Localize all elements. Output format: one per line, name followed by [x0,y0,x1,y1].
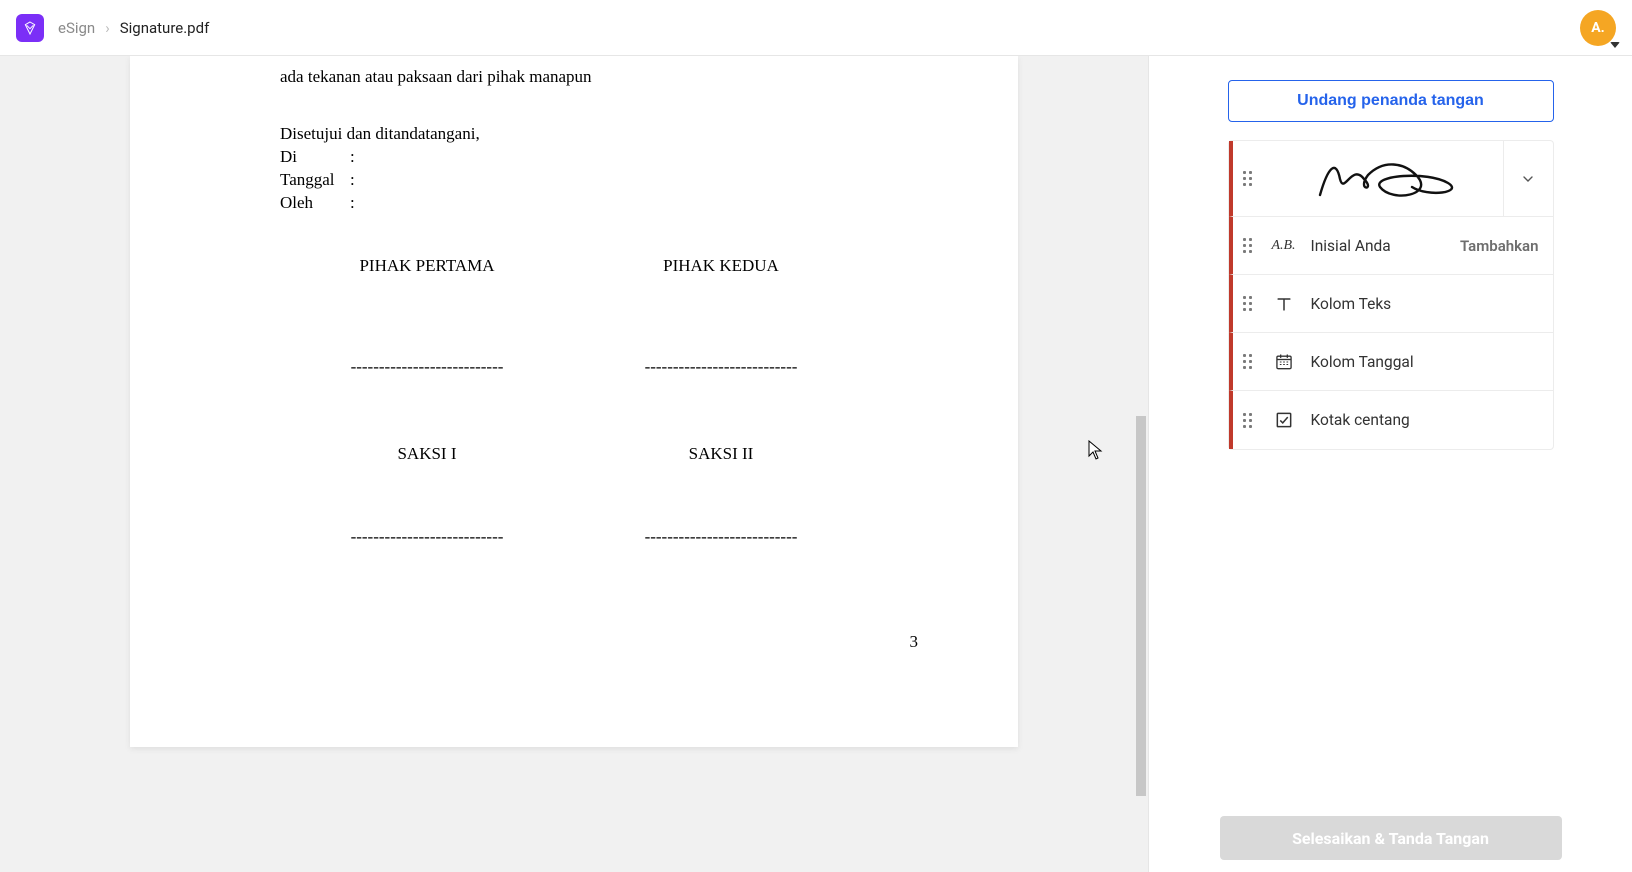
witness-first-label: SAKSI I [280,443,574,466]
party-second-label: PIHAK KEDUA [574,255,868,278]
finish-sign-button[interactable]: Selesaikan & Tanda Tangan [1220,816,1562,860]
tool-label: Inisial Anda [1311,237,1461,255]
tool-checkbox[interactable]: Kotak centang [1229,391,1553,449]
initials-icon: A.B. [1273,238,1295,254]
signature-expand-button[interactable] [1503,141,1553,217]
signature-line: --------------------------- [280,526,574,549]
drag-handle-icon[interactable] [1243,171,1259,186]
document-canvas[interactable]: ada tekanan atau paksaan dari pihak mana… [0,56,1148,872]
signature-line: --------------------------- [280,356,574,379]
breadcrumb: eSign › Signature.pdf [58,19,209,37]
tool-text-field[interactable]: Kolom Teks [1229,275,1553,333]
text-icon [1273,294,1295,314]
doc-field-colon: : [350,169,355,192]
tool-label: Kolom Tanggal [1311,353,1539,371]
tools-sidebar: Undang penanda tangan A.B. Inisial Anda … [1148,56,1632,872]
drag-handle-icon[interactable] [1243,296,1259,311]
signature-line: --------------------------- [574,356,868,379]
doc-field-colon: : [350,146,355,169]
doc-field-row: Oleh : [280,192,868,215]
tool-label: Kolom Teks [1311,295,1539,313]
scrollbar-thumb[interactable] [1136,416,1146,796]
invite-signers-button[interactable]: Undang penanda tangan [1228,80,1554,122]
avatar-initial: A. [1591,20,1604,36]
pdf-page[interactable]: ada tekanan atau paksaan dari pihak mana… [130,56,1018,747]
tool-signature[interactable] [1229,141,1553,217]
tool-label: Kotak centang [1311,411,1539,429]
drag-handle-icon[interactable] [1243,413,1259,428]
breadcrumb-file: Signature.pdf [120,19,210,37]
page-number: 3 [910,631,919,654]
tool-add-action[interactable]: Tambahkan [1460,237,1539,255]
doc-field-colon: : [350,192,355,215]
user-avatar[interactable]: A. [1580,10,1616,46]
breadcrumb-separator-icon: › [105,19,110,37]
signature-line: --------------------------- [574,526,868,549]
app-logo-icon [16,14,44,42]
witness-second-label: SAKSI II [574,443,868,466]
avatar-dropdown-icon [1610,42,1620,48]
signature-preview-icon [1273,151,1503,207]
drag-handle-icon[interactable] [1243,354,1259,369]
breadcrumb-app[interactable]: eSign [58,19,95,37]
doc-field-row: Tanggal : [280,169,868,192]
tool-date-field[interactable]: Kolom Tanggal [1229,333,1553,391]
tool-list: A.B. Inisial Anda Tambahkan Kolom Teks [1228,140,1554,450]
calendar-icon [1273,352,1295,372]
checkbox-icon [1273,410,1295,430]
doc-text: Disetujui dan ditandatangani, [280,123,868,146]
doc-text: ada tekanan atau paksaan dari pihak mana… [280,66,868,89]
chevron-down-icon [1520,171,1536,187]
doc-field-label: Tanggal [280,169,350,192]
tool-initials[interactable]: A.B. Inisial Anda Tambahkan [1229,217,1553,275]
scrollbar[interactable] [1134,56,1148,872]
doc-field-label: Oleh [280,192,350,215]
party-first-label: PIHAK PERTAMA [280,255,574,278]
app-header: eSign › Signature.pdf A. [0,0,1632,56]
drag-handle-icon[interactable] [1243,238,1259,253]
doc-field-row: Di : [280,146,868,169]
doc-field-label: Di [280,146,350,169]
